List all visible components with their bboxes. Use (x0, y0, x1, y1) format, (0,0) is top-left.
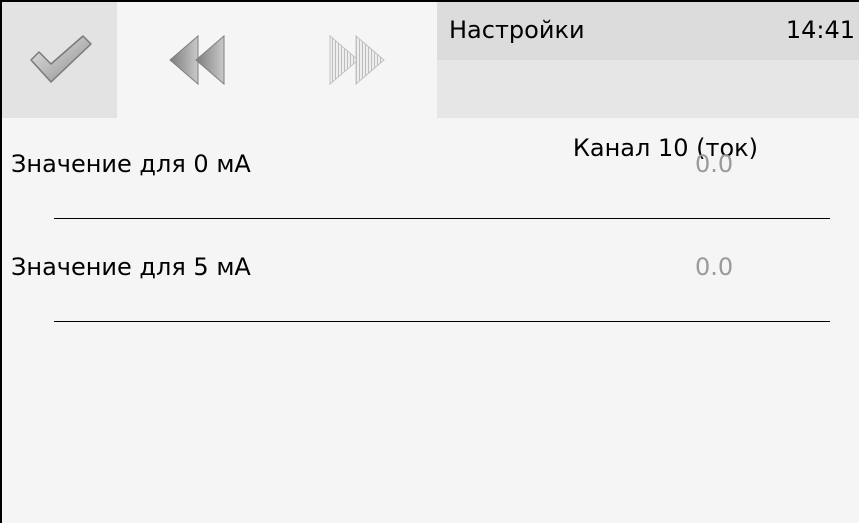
rewind-icon (169, 34, 225, 86)
subtitle-bar: Канал 10 (ток) (437, 60, 859, 162)
page-title: Настройки (449, 16, 585, 44)
previous-button[interactable] (117, 2, 277, 118)
divider (54, 321, 830, 322)
setting-value: 0.0 (695, 150, 734, 178)
setting-label: Значение для 0 мА (11, 150, 251, 178)
device-screen: Настройки 14:41 Канал 10 (ток) Значение … (0, 0, 859, 523)
clock: 14:41 (785, 16, 855, 44)
divider (54, 218, 830, 219)
toolbar: Настройки 14:41 Канал 10 (ток) (2, 2, 859, 162)
fast-forward-icon (329, 34, 385, 86)
setting-label: Значение для 5 мА (11, 253, 251, 281)
confirm-button[interactable] (2, 2, 117, 118)
header-info: Настройки 14:41 Канал 10 (ток) (437, 2, 859, 162)
next-button[interactable] (277, 2, 437, 118)
checkmark-icon (29, 35, 92, 83)
setting-value: 0.0 (695, 253, 734, 281)
title-bar: Настройки 14:41 (437, 2, 859, 60)
